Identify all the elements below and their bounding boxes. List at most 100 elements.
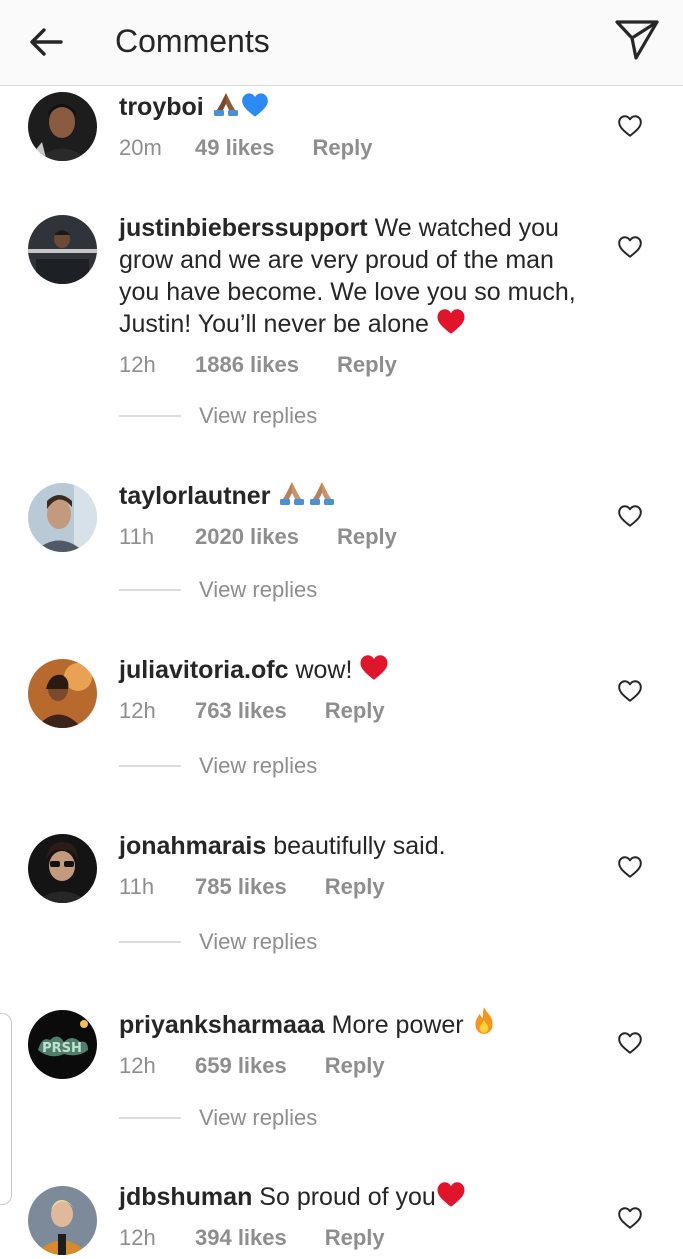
comment-text: jdbshuman So proud of you [119,1181,589,1213]
avatar[interactable]: PRSH [28,1010,97,1079]
comment-username[interactable]: troyboi [119,93,204,121]
divider [119,941,181,943]
like-button[interactable] [614,1028,646,1058]
comment-time: 12h [119,1225,156,1250]
comment-text: justinbieberssupport We watched you grow… [119,212,589,340]
heart-outline-icon [617,504,643,528]
comment-body: juliavitoria.ofc wow! 12h 763 likes Reply [119,654,589,728]
comment-meta: 11h 785 likes Reply [119,870,589,904]
folded-hands-emoji-icon [307,479,337,507]
comment-username[interactable]: juliavitoria.ofc [119,656,288,684]
reply-button[interactable]: Reply [325,694,385,728]
comment-text: jonahmarais beautifully said. [119,830,589,862]
view-replies-button[interactable]: View replies [119,926,317,958]
comment-body: justinbieberssupport We watched you grow… [119,212,589,382]
comment-message: More power [331,1011,464,1039]
like-button[interactable] [614,676,646,706]
heart-outline-icon [617,114,643,138]
comment-likes[interactable]: 659 likes [195,1049,287,1083]
comment-time: 11h [119,874,155,899]
comment-text: priyanksharmaaa More power [119,1006,589,1041]
comment-meta: 12h 394 likes Reply [119,1221,589,1255]
comment-message: wow! [295,656,353,684]
comment-meta: 12h 659 likes Reply [119,1049,589,1083]
reply-button[interactable]: Reply [337,348,397,382]
comment-meta: 20m 49 likes Reply [119,131,589,165]
view-replies-button[interactable]: View replies [119,750,317,782]
comment-body: jonahmarais beautifully said. 11h 785 lik… [119,830,589,904]
folded-hands-emoji-icon [277,479,307,507]
reply-button[interactable]: Reply [325,1049,385,1083]
view-replies-button[interactable]: View replies [119,1102,317,1134]
heart-outline-icon [617,1031,643,1055]
like-button[interactable] [614,232,646,262]
reply-button[interactable]: Reply [313,131,373,165]
heart-outline-icon [617,235,643,259]
heart-outline-icon [617,679,643,703]
comment-likes[interactable]: 1886 likes [195,348,299,382]
avatar[interactable] [28,659,97,728]
comment-username[interactable]: jdbshuman [119,1183,252,1211]
page-title: Comments [115,23,270,59]
comment-time: 12h [119,352,156,377]
comment-body: jdbshuman So proud of you 12h 394 likes Re… [119,1181,589,1255]
comments-list[interactable]: troyboi 20m 49 likes Reply justinbieberssu… [0,86,683,1259]
comment-meta: 12h 1886 likes Reply [119,348,589,382]
comment-text: taylorlautner [119,479,589,512]
avatar[interactable] [28,1186,97,1255]
fire-emoji-icon [471,1006,497,1036]
comment-likes[interactable]: 785 likes [195,870,287,904]
red-heart-emoji-icon [359,654,389,681]
comment-text: juliavitoria.ofc wow! [119,654,589,686]
view-replies-button[interactable]: View replies [119,574,317,606]
divider [119,415,181,417]
comment-likes[interactable]: 2020 likes [195,520,299,554]
comment-likes[interactable]: 49 likes [195,131,275,165]
like-button[interactable] [614,1203,646,1233]
like-button[interactable] [614,501,646,531]
red-heart-emoji-icon [436,1181,466,1208]
comment-body: troyboi 20m 49 likes Reply [119,90,589,165]
reply-button[interactable]: Reply [325,870,385,904]
arrow-left-icon [30,28,63,56]
view-replies-label: View replies [199,753,318,778]
avatar[interactable] [28,215,97,284]
comment-username[interactable]: taylorlautner [119,482,270,510]
comment-meta: 11h 2020 likes Reply [119,520,589,554]
avatar[interactable] [28,834,97,903]
avatar[interactable] [28,92,97,161]
comment-username[interactable]: jonahmarais [119,832,266,860]
reply-button[interactable]: Reply [337,520,397,554]
like-button[interactable] [614,852,646,882]
avatar[interactable] [28,483,97,552]
view-replies-button[interactable]: View replies [119,400,317,432]
heart-outline-icon [617,855,643,879]
paper-plane-icon [615,20,659,60]
comment-time: 12h [119,1053,156,1078]
divider [119,589,181,591]
comment-meta: 12h 763 likes Reply [119,694,589,728]
side-panel-edge[interactable] [0,1013,12,1205]
divider [119,765,181,767]
heart-outline-icon [617,1206,643,1230]
back-button[interactable] [24,20,68,64]
comment-body: taylorlautner 11h 2020 likes Reply [119,479,589,554]
comment-username[interactable]: justinbieberssupport [119,214,368,242]
blue-heart-emoji-icon [241,92,269,118]
comment-message: So proud of you [259,1183,436,1211]
red-heart-emoji-icon [436,308,466,335]
like-button[interactable] [614,111,646,141]
comment-likes[interactable]: 394 likes [195,1221,287,1255]
comment-time: 20m [119,135,162,160]
reply-button[interactable]: Reply [325,1221,385,1255]
header-bar: Comments [0,0,683,86]
comment-username[interactable]: priyanksharmaaa [119,1011,325,1039]
divider [119,1117,181,1119]
comment-message: beautifully said. [273,832,446,860]
comment-likes[interactable]: 763 likes [195,694,287,728]
comment-text: troyboi [119,90,589,123]
view-replies-label: View replies [199,1105,318,1130]
view-replies-label: View replies [199,577,318,602]
view-replies-label: View replies [199,929,318,954]
share-button[interactable] [612,18,662,62]
